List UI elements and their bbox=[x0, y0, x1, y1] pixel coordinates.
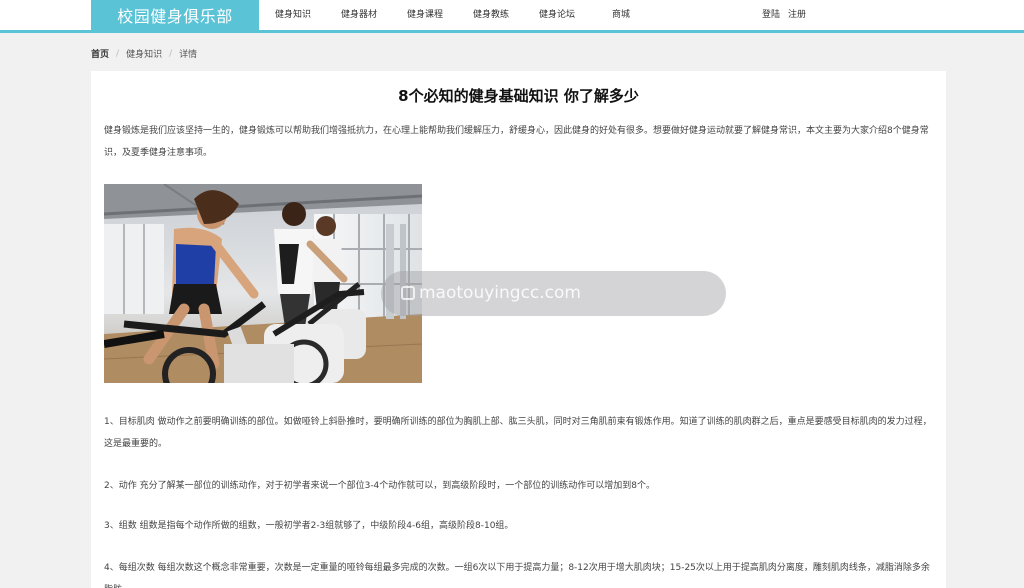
article-point-3: 3、组数 组数是指每个动作所做的组数，一般初学者2-3组就够了，中级阶段4-6组… bbox=[104, 521, 514, 531]
nav-fitness-knowledge[interactable]: 健身知识 bbox=[260, 0, 326, 33]
breadcrumb-home[interactable]: 首页 bbox=[91, 47, 109, 60]
gym-spinning-photo bbox=[104, 184, 422, 383]
breadcrumb: 首页 / 健身知识 / 详情 bbox=[91, 47, 198, 61]
login-link[interactable]: 登陆 bbox=[762, 0, 780, 33]
article-point-1: 1、目标肌肉 做动作之前要明确训练的部位。如做哑铃上斜卧推时，要明确所训练的部位… bbox=[104, 417, 932, 449]
auth-links: 登陆 注册 bbox=[762, 0, 806, 33]
article-title: 8个必知的健身基础知识 你了解多少 bbox=[398, 87, 639, 105]
article-intro: 健身锻炼是我们应该坚持一生的，健身锻炼可以帮助我们增强抵抗力，在心理上能帮助我们… bbox=[104, 126, 929, 158]
breadcrumb-separator: / bbox=[116, 48, 120, 59]
top-header: 校园健身俱乐部 健身知识 健身器材 健身课程 健身教练 健身论坛 商城 登陆 注… bbox=[0, 0, 1024, 33]
watermark-text: maotouyingcc.com bbox=[419, 283, 581, 303]
nav-fitness-equipment[interactable]: 健身器材 bbox=[326, 0, 392, 33]
nav-fitness-forum[interactable]: 健身论坛 bbox=[524, 0, 590, 33]
nav-fitness-coaches[interactable]: 健身教练 bbox=[458, 0, 524, 33]
register-link[interactable]: 注册 bbox=[788, 0, 806, 33]
watermark-logo-icon bbox=[401, 286, 415, 300]
article-point-4: 4、每组次数 每组次数这个概念非常重要，次数是一定重量的哑铃每组最多完成的次数。… bbox=[104, 563, 930, 588]
watermark-overlay: maotouyingcc.com bbox=[381, 271, 726, 316]
nav-shop[interactable]: 商城 bbox=[590, 0, 652, 33]
breadcrumb-section[interactable]: 健身知识 bbox=[126, 47, 162, 60]
nav-fitness-courses[interactable]: 健身课程 bbox=[392, 0, 458, 33]
article-point-2: 2、动作 充分了解某一部位的训练动作，对于初学者来说一个部位3-4个动作就可以，… bbox=[104, 481, 656, 491]
article-card: 8个必知的健身基础知识 你了解多少 健身锻炼是我们应该坚持一生的，健身锻炼可以帮… bbox=[91, 71, 946, 588]
breadcrumb-current: 详情 bbox=[179, 50, 198, 60]
main-nav: 健身知识 健身器材 健身课程 健身教练 健身论坛 商城 bbox=[260, 0, 652, 33]
breadcrumb-separator: / bbox=[169, 48, 173, 59]
article-photo bbox=[104, 184, 422, 383]
site-logo[interactable]: 校园健身俱乐部 bbox=[91, 0, 259, 33]
